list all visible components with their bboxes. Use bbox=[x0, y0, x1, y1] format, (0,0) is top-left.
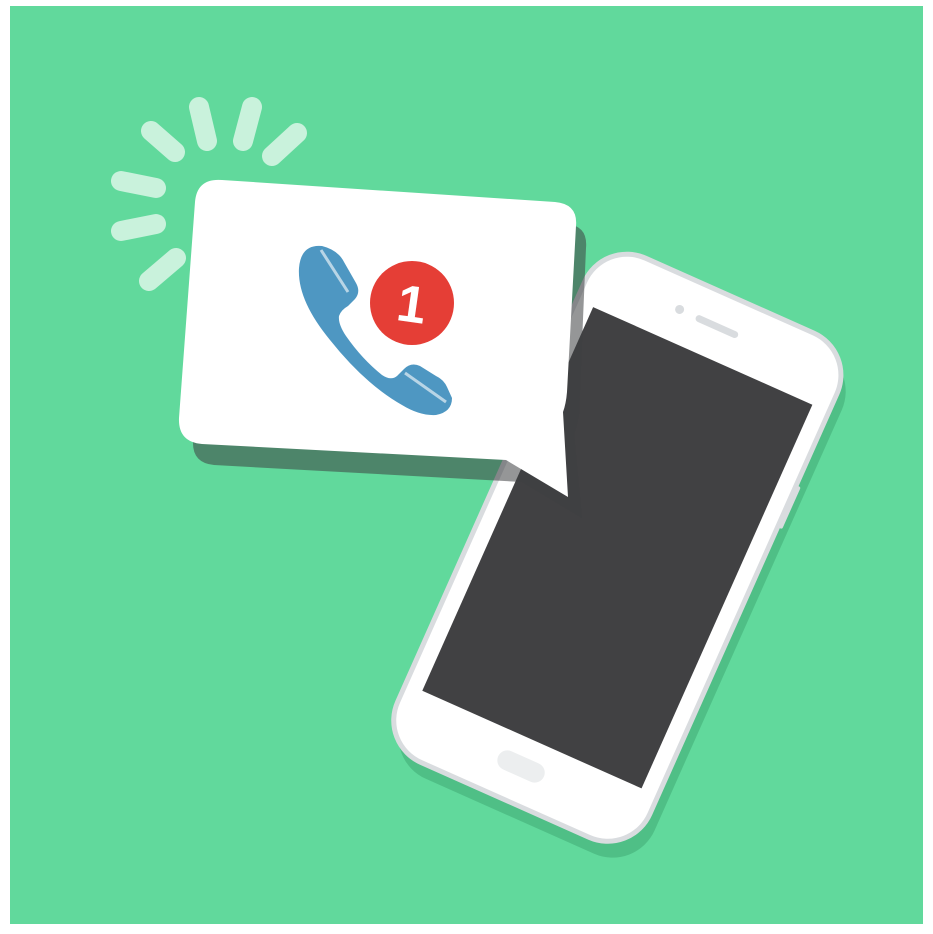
illustration-canvas: 1 bbox=[0, 0, 933, 934]
ray bbox=[233, 97, 262, 151]
illustration-svg: 1 bbox=[10, 6, 923, 924]
ray bbox=[111, 214, 166, 241]
missed-call-badge: 1 bbox=[370, 261, 454, 345]
ray bbox=[189, 97, 217, 151]
ray bbox=[111, 171, 166, 198]
